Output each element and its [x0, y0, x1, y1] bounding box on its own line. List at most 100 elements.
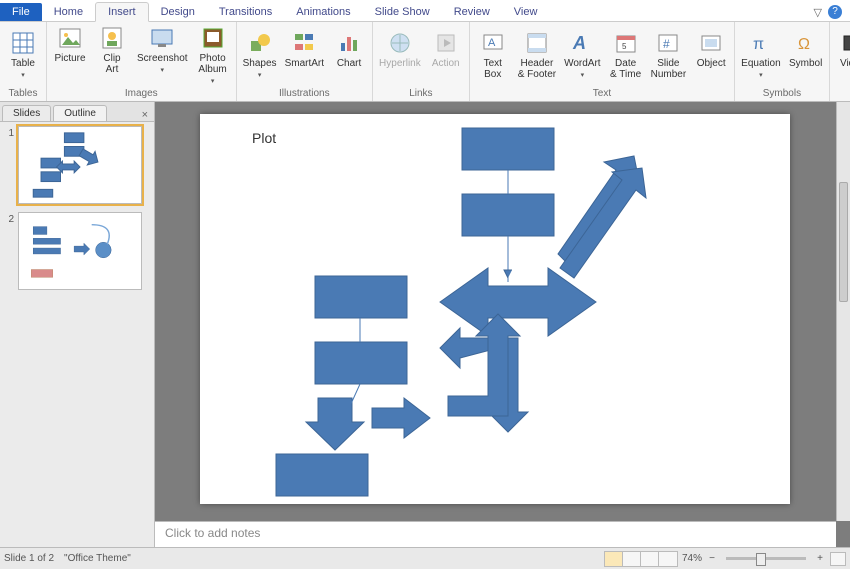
table-icon: [10, 30, 36, 56]
ribbon-slide-number-button[interactable]: # Slide Number: [649, 28, 689, 82]
slide-panel-tabs: Slides Outline ×: [0, 102, 154, 122]
header-&-footer-icon: [524, 30, 550, 56]
ribbon-button-label: Symbol: [789, 58, 822, 69]
ribbon-hyperlink-button: Hyperlink: [377, 28, 423, 71]
ribbon-header-&-footer-button[interactable]: Header & Footer: [516, 28, 558, 82]
slide-canvas[interactable]: Plot: [155, 102, 850, 521]
ribbon-group-text: A Text Box Header & FooterAWordArt▾ 5 Date &…: [470, 22, 735, 101]
ribbon-button-label: Object: [697, 58, 726, 69]
view-sorter-button[interactable]: [623, 552, 641, 566]
tab-slideshow[interactable]: Slide Show: [363, 3, 442, 21]
help-area: ▽ ?: [806, 3, 850, 21]
ribbon-wordart-button[interactable]: AWordArt▾: [562, 28, 603, 81]
chart-icon: [336, 30, 362, 56]
ribbon-group-illustrations: Shapes▾SmartArtChartIllustrations: [237, 22, 373, 101]
svg-text:Ω: Ω: [798, 36, 810, 53]
tab-view[interactable]: View: [502, 3, 550, 21]
ribbon-group-label: Media: [834, 87, 850, 100]
ribbon-equation-button[interactable]: πEquation▾: [739, 28, 782, 81]
minimize-ribbon-icon[interactable]: ▽: [814, 6, 822, 19]
photo-album-icon: [200, 25, 226, 51]
scrollbar-thumb[interactable]: [839, 182, 848, 302]
ribbon-group-label: Symbols: [739, 87, 824, 100]
main-area: Slides Outline × 1 2: [0, 102, 850, 547]
wordart-icon: A: [569, 30, 595, 56]
panel-tab-slides[interactable]: Slides: [2, 105, 51, 121]
thumbnail-slide-1[interactable]: [18, 126, 142, 204]
ribbon-group-links: Hyperlink Action Links: [373, 22, 470, 101]
workarea: Plot: [155, 102, 850, 547]
ribbon-screenshot-button[interactable]: Screenshot▾: [135, 23, 190, 76]
clip-art-icon: [99, 25, 125, 51]
notes-pane[interactable]: Click to add notes: [155, 521, 836, 547]
ribbon-button-label: SmartArt: [285, 58, 324, 69]
help-icon[interactable]: ?: [828, 5, 842, 19]
ribbon-smartart-button[interactable]: SmartArt: [283, 28, 326, 71]
thumbnail-row: 2: [2, 212, 152, 290]
ribbon-chart-button[interactable]: Chart: [330, 28, 368, 71]
zoom-level[interactable]: 74%: [682, 553, 702, 564]
view-buttons: [604, 551, 678, 567]
ribbon-button-label: Picture: [54, 53, 85, 64]
ribbon-video-button[interactable]: Video▾: [834, 28, 850, 81]
ribbon-object-button[interactable]: Object: [692, 28, 730, 71]
ribbon-group-media: Video▾Audio▾Media: [830, 22, 850, 101]
ribbon-button-label: Slide Number: [651, 58, 687, 80]
ribbon-group-images: PictureClip ArtScreenshot▾Photo Album▾Im…: [47, 22, 237, 101]
ribbon-group-label: Links: [377, 87, 465, 100]
ribbon-button-label: Chart: [337, 58, 361, 69]
ribbon-symbol-button[interactable]: Ω Symbol: [787, 28, 825, 71]
view-reading-button[interactable]: [641, 552, 659, 566]
svg-text:5: 5: [622, 42, 627, 51]
ribbon-date-&-time-button[interactable]: 5 Date & Time: [607, 28, 645, 82]
svg-text:A: A: [572, 33, 586, 53]
ribbon-button-label: Hyperlink: [379, 58, 421, 69]
ribbon-table-button[interactable]: Table▾: [4, 28, 42, 81]
object-icon: [698, 30, 724, 56]
ribbon-button-label: Video: [840, 58, 850, 69]
symbol-icon: Ω: [793, 30, 819, 56]
panel-tab-outline[interactable]: Outline: [53, 105, 107, 121]
ribbon-photo-album-button[interactable]: Photo Album ▾: [194, 23, 232, 87]
slide[interactable]: Plot: [200, 114, 790, 504]
tab-animations[interactable]: Animations: [284, 3, 362, 21]
status-bar: Slide 1 of 2 "Office Theme" 74% − +: [0, 547, 850, 569]
ribbon-button-label: Screenshot: [137, 53, 188, 64]
ribbon-group-symbols: πEquation▾ Ω Symbol Symbols: [735, 22, 829, 101]
text-box-icon: A: [480, 30, 506, 56]
view-slideshow-button[interactable]: [659, 552, 677, 566]
ribbon-clip-art-button[interactable]: Clip Art: [93, 23, 131, 77]
zoom-in-button[interactable]: +: [814, 553, 826, 564]
ribbon: Table▾TablesPictureClip ArtScreenshot▾Ph…: [0, 22, 850, 102]
slide-indicator: Slide 1 of 2: [4, 553, 54, 564]
ribbon-button-label: Photo Album: [198, 53, 226, 75]
ribbon-button-label: Text Box: [484, 58, 502, 80]
svg-text:π: π: [753, 36, 764, 53]
svg-text:#: #: [663, 37, 670, 51]
zoom-out-button[interactable]: −: [706, 553, 718, 564]
ribbon-action-button: Action: [427, 28, 465, 71]
dropdown-icon: ▾: [759, 71, 763, 79]
dropdown-icon: ▾: [21, 71, 25, 79]
svg-text:A: A: [488, 37, 496, 49]
panel-close-icon[interactable]: ×: [136, 109, 154, 121]
video-icon: [840, 30, 850, 56]
thumbnail-number: 2: [2, 212, 14, 290]
thumbnail-slide-2[interactable]: [18, 212, 142, 290]
vertical-scrollbar[interactable]: [836, 102, 850, 521]
ribbon-shapes-button[interactable]: Shapes▾: [241, 28, 279, 81]
ribbon-group-label: Text: [474, 87, 730, 100]
hyperlink-icon: [387, 30, 413, 56]
zoom-slider[interactable]: [726, 557, 806, 560]
slide-title-text[interactable]: Plot: [252, 130, 276, 146]
ribbon-button-label: Date & Time: [610, 58, 641, 80]
view-normal-button[interactable]: [605, 552, 623, 566]
ribbon-text-box-button[interactable]: A Text Box: [474, 28, 512, 82]
dropdown-icon: ▾: [211, 77, 215, 85]
tab-review[interactable]: Review: [442, 3, 502, 21]
tab-file[interactable]: File: [0, 3, 42, 21]
dropdown-icon: ▾: [581, 71, 585, 79]
ribbon-picture-button[interactable]: Picture: [51, 23, 89, 66]
slide-thumbnails: 1 2: [0, 122, 154, 547]
fit-to-window-button[interactable]: [830, 552, 846, 566]
